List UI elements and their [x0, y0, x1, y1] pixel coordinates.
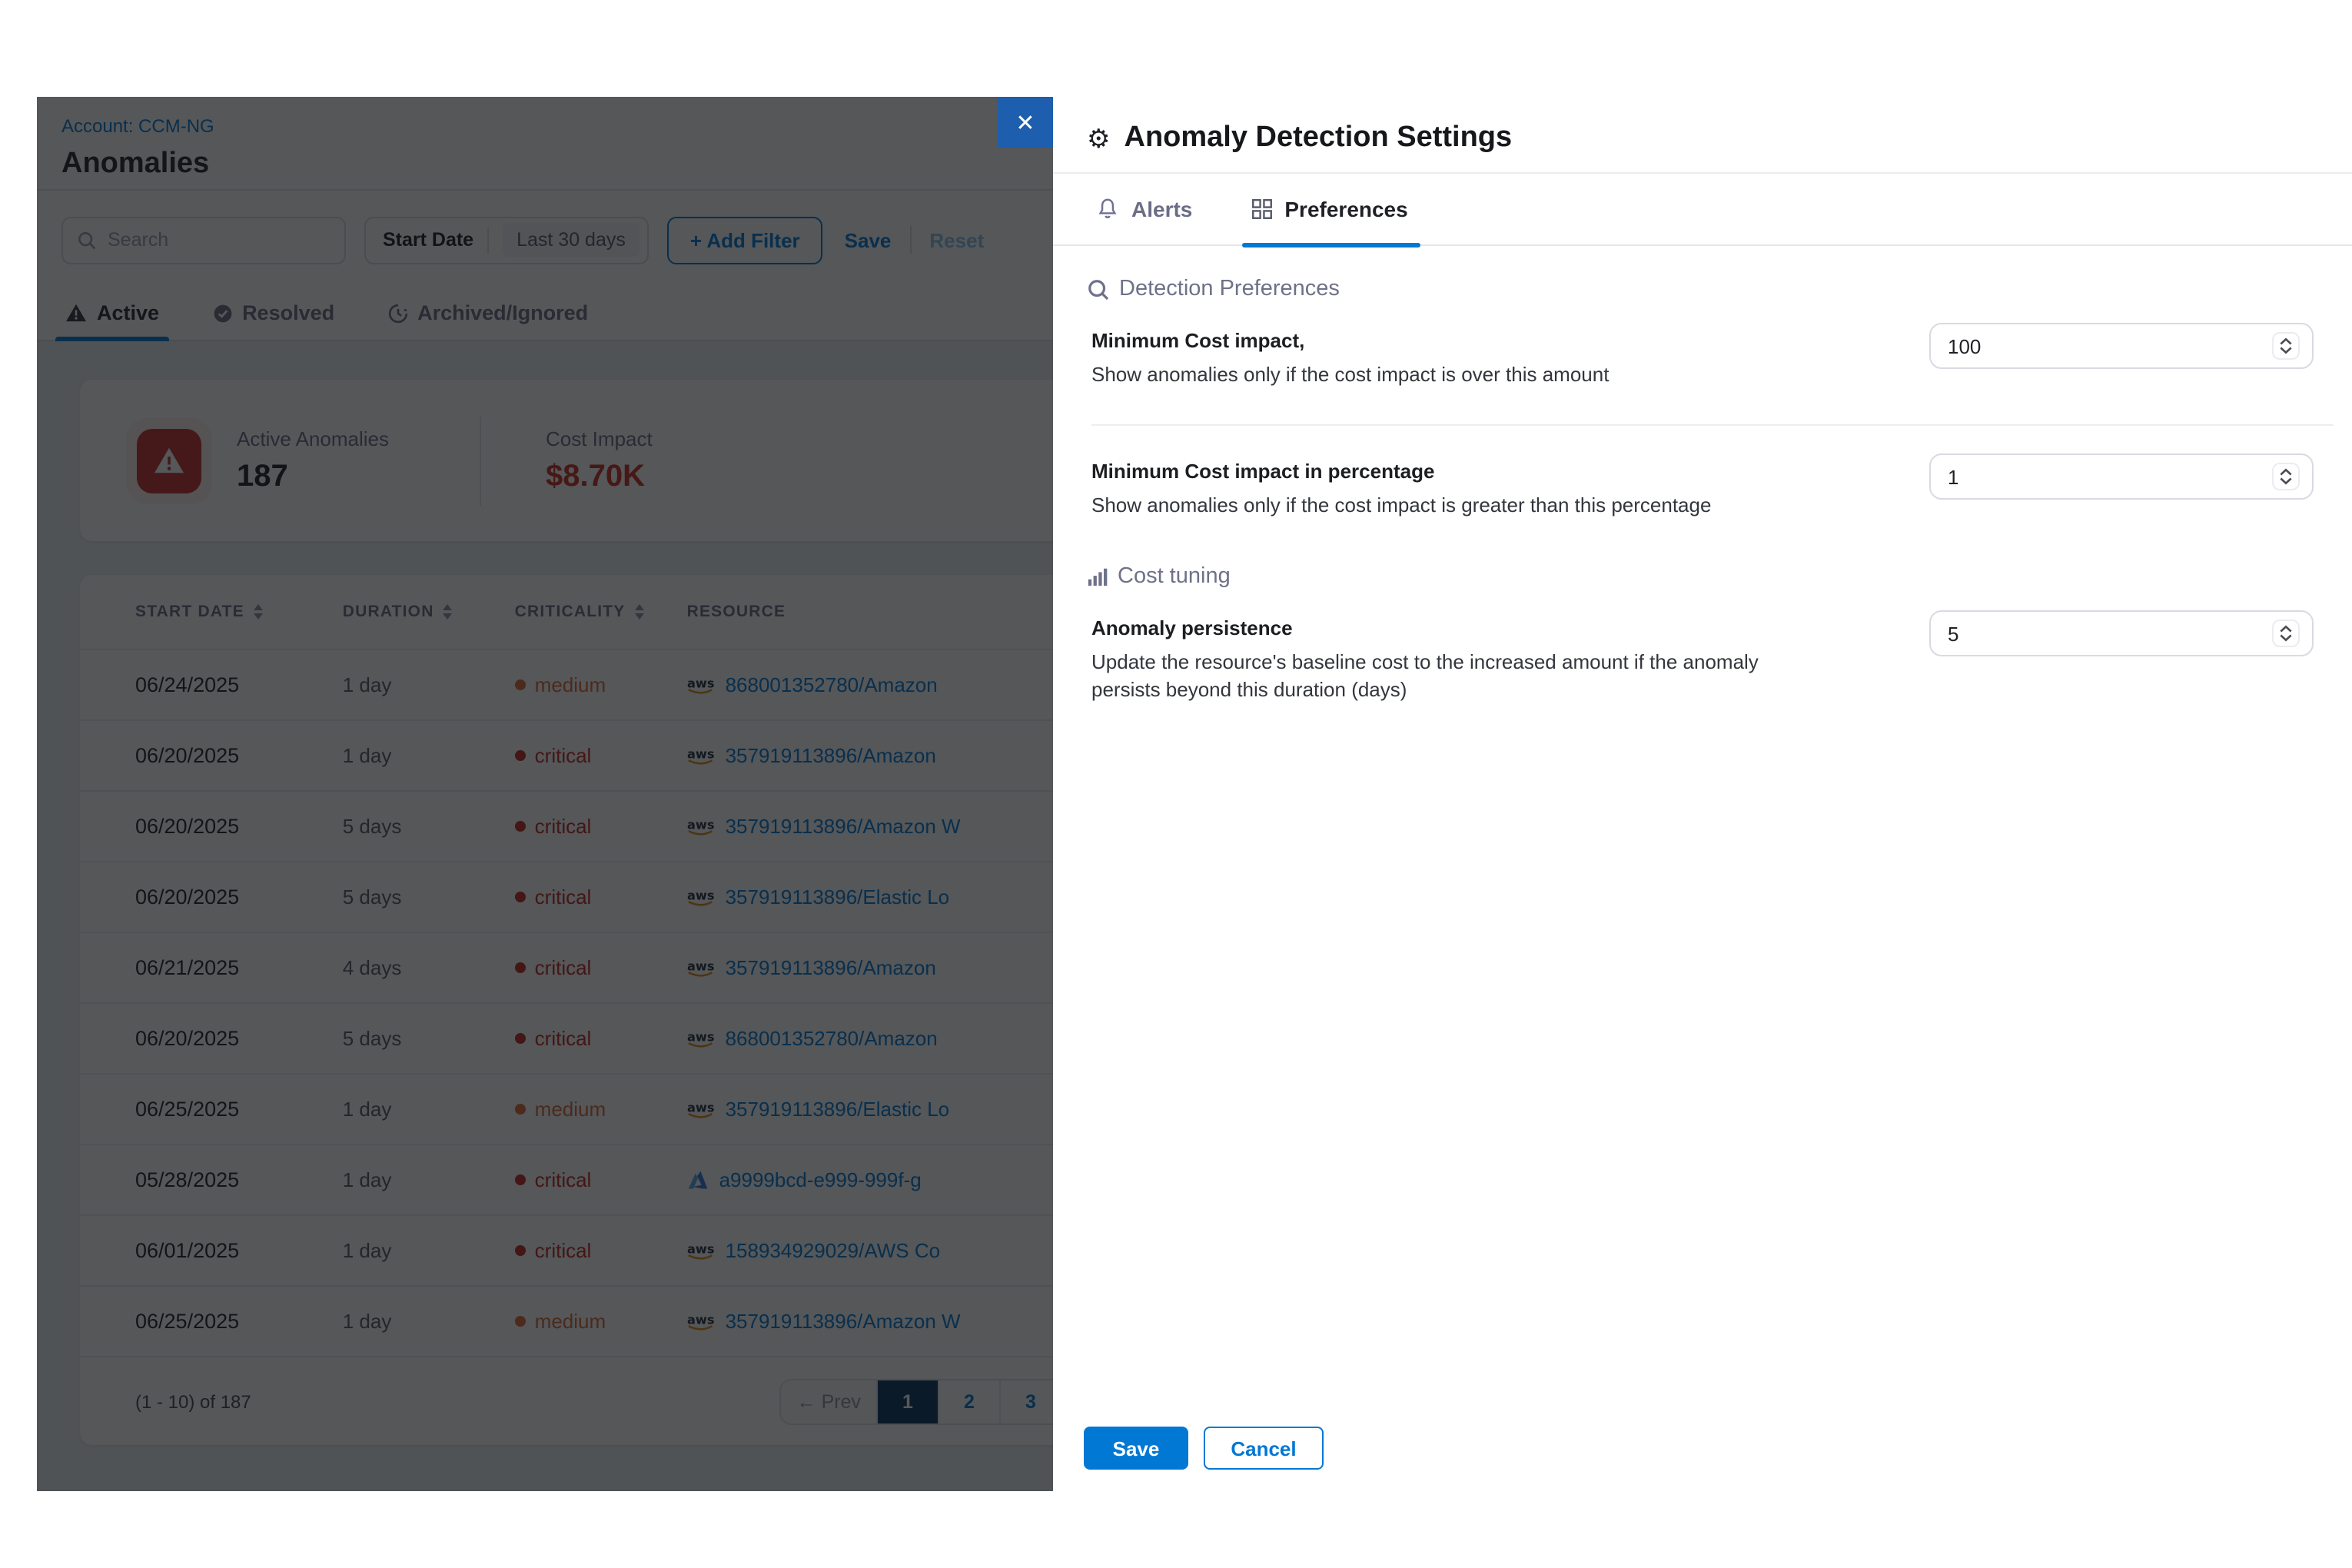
modal-dim-overlay: [37, 97, 1053, 1491]
close-icon[interactable]: ✕: [998, 97, 1053, 148]
min-cost-impact-input-wrap: [1929, 323, 2314, 369]
search-icon: [1087, 277, 1110, 301]
number-stepper-icon[interactable]: [2272, 463, 2300, 490]
settings-panel-body: Detection Preferences Minimum Cost impac…: [1053, 246, 2352, 706]
tab-alerts-label: Alerts: [1131, 197, 1192, 221]
bar-chart-icon: [1087, 566, 1108, 587]
anomaly-persistence-input-wrap: [1929, 610, 2314, 656]
bell-icon: [1096, 197, 1119, 221]
setting-label: Anomaly persistence: [1091, 616, 1906, 639]
number-stepper-icon[interactable]: [2272, 620, 2300, 647]
min-cost-percent-input-wrap: [1929, 453, 2314, 500]
anomaly-settings-panel: ⚙ Anomaly Detection Settings Alerts Pref…: [1053, 0, 2352, 1568]
gear-icon: ⚙: [1087, 126, 1111, 152]
settings-panel-title: Anomaly Detection Settings: [1125, 123, 1513, 152]
settings-panel-header: ⚙ Anomaly Detection Settings: [1053, 0, 2352, 174]
tab-alerts[interactable]: Alerts: [1096, 174, 1192, 244]
tab-preferences-label: Preferences: [1284, 197, 1407, 221]
tab-preferences[interactable]: Preferences: [1251, 174, 1407, 244]
setting-label: Minimum Cost impact in percentage: [1091, 460, 1906, 483]
number-stepper-icon[interactable]: [2272, 332, 2300, 360]
app-root: Account: CCM-NG Anomalies Start Date Las…: [0, 0, 2352, 1568]
cost-tuning-heading: Cost tuning: [1087, 564, 2352, 589]
anomalies-page: Account: CCM-NG Anomalies Start Date Las…: [37, 97, 1053, 1491]
setting-description: Update the resource's baseline cost to t…: [1091, 649, 1829, 706]
cancel-button[interactable]: Cancel: [1204, 1427, 1324, 1470]
section-heading-label: Detection Preferences: [1119, 277, 1340, 301]
settings-footer: Save Cancel: [1084, 1427, 1324, 1470]
detection-preferences-heading: Detection Preferences: [1087, 277, 2352, 301]
min-cost-percent-row: Minimum Cost impact in percentage Show a…: [1087, 450, 2352, 540]
setting-label: Minimum Cost impact,: [1091, 329, 1906, 352]
anomaly-persistence-input[interactable]: [1948, 622, 2272, 645]
row-divider: [1091, 424, 2334, 426]
settings-tabs: Alerts Preferences: [1053, 174, 2352, 246]
grid-icon: [1251, 198, 1272, 220]
min-cost-impact-row: Minimum Cost impact, Show anomalies only…: [1087, 320, 2352, 409]
min-cost-impact-input[interactable]: [1948, 334, 2272, 357]
min-cost-percent-input[interactable]: [1948, 465, 2272, 488]
section-gap: [1087, 540, 2352, 564]
setting-description: Show anomalies only if the cost impact i…: [1091, 492, 1829, 520]
save-button[interactable]: Save: [1084, 1427, 1188, 1470]
anomaly-persistence-row: Anomaly persistence Update the resource'…: [1087, 607, 2352, 706]
setting-description: Show anomalies only if the cost impact i…: [1091, 361, 1829, 390]
section-heading-label: Cost tuning: [1118, 564, 1231, 589]
